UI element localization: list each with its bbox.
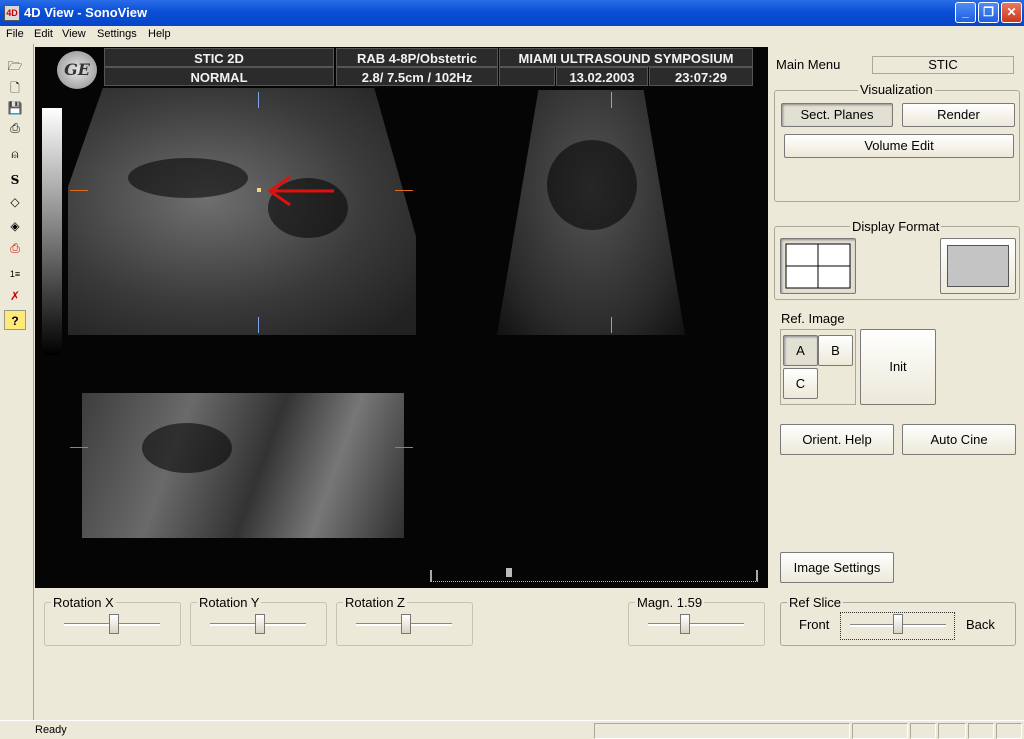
- menu-file[interactable]: File: [6, 28, 24, 40]
- s-icon[interactable]: S: [4, 170, 26, 190]
- status-cell-3: [910, 723, 936, 739]
- grayscale-bar: [42, 108, 62, 355]
- close-button[interactable]: ✕: [1001, 2, 1022, 23]
- marker-right-c: [395, 447, 413, 448]
- save-icon[interactable]: 💾: [4, 98, 26, 118]
- report-icon[interactable]: ✗: [4, 286, 26, 306]
- print-color-icon[interactable]: ⎙: [4, 238, 26, 258]
- orient-help-button[interactable]: Orient. Help: [780, 424, 894, 455]
- print-icon[interactable]: ⎙: [4, 118, 26, 138]
- status-cell-4: [938, 723, 966, 739]
- mode-label: STIC 2D: [104, 48, 334, 67]
- status-cell-1: [594, 723, 850, 739]
- sect-planes-button[interactable]: Sect. Planes: [781, 103, 893, 127]
- cine-slider[interactable]: [430, 568, 758, 582]
- window-title: 4D View - SonoView: [24, 5, 148, 20]
- marker-top-a: [258, 92, 259, 108]
- front-label: Front: [799, 617, 830, 632]
- menu-edit[interactable]: Edit: [34, 28, 53, 40]
- open-folder-icon[interactable]: 🗁: [4, 56, 26, 76]
- init-button[interactable]: Init: [860, 329, 936, 405]
- ref-a-button[interactable]: A: [783, 335, 818, 366]
- minimize-button[interactable]: _: [955, 2, 976, 23]
- time-label: 23:07:29: [649, 67, 753, 86]
- cine-handle[interactable]: [506, 568, 512, 577]
- ref-b-button[interactable]: B: [818, 335, 853, 366]
- section-plane-a[interactable]: [68, 88, 416, 335]
- status-cell-5: [968, 723, 994, 739]
- ref-image-label: Ref. Image: [781, 311, 845, 326]
- params-label: 2.8/ 7.5cm / 102Hz: [336, 67, 498, 86]
- new-file-icon[interactable]: 🗋: [4, 78, 26, 98]
- quad-layout-button[interactable]: [780, 238, 856, 294]
- ref-slice-thumb[interactable]: [893, 614, 903, 634]
- marker-left-a: [70, 190, 88, 191]
- magn-thumb[interactable]: [680, 614, 690, 634]
- status-text: Ready: [35, 724, 67, 736]
- app-icon: 4D: [4, 5, 20, 21]
- single-layout-button[interactable]: [940, 238, 1016, 294]
- section-plane-c[interactable]: [82, 393, 404, 538]
- measure-icon[interactable]: 1≡: [4, 264, 26, 284]
- person-icon[interactable]: ⍝: [4, 144, 26, 164]
- auto-cine-button[interactable]: Auto Cine: [902, 424, 1016, 455]
- marker-bottom-b: [611, 317, 612, 333]
- volume-edit-button[interactable]: Volume Edit: [784, 134, 1014, 158]
- diamond-icon[interactable]: ◈: [4, 216, 26, 236]
- main-menu-label: Main Menu: [776, 57, 841, 72]
- rotation-y-label: Rotation Y: [197, 595, 262, 610]
- menu-help[interactable]: Help: [148, 28, 171, 40]
- marker-left-c: [70, 447, 88, 448]
- rotation-x-thumb[interactable]: [109, 614, 119, 634]
- title-bar: 4D 4D View - SonoView _ ❐ ✕: [0, 0, 1024, 26]
- menu-settings[interactable]: Settings: [97, 28, 137, 40]
- display-format-label: Display Format: [850, 219, 942, 234]
- magn-track[interactable]: [648, 623, 744, 626]
- marker-right-a: [395, 190, 413, 191]
- rotate-icon[interactable]: ◇: [4, 192, 26, 212]
- ref-c-button[interactable]: C: [783, 368, 818, 399]
- rotation-y-thumb[interactable]: [255, 614, 265, 634]
- back-label: Back: [966, 617, 995, 632]
- header-blank-cell: [499, 67, 555, 86]
- ge-logo: GE: [57, 51, 97, 89]
- status-cell-2: [852, 723, 908, 739]
- menu-view[interactable]: View: [62, 28, 86, 40]
- render-button[interactable]: Render: [902, 103, 1015, 127]
- main-menu-value[interactable]: STIC: [872, 56, 1014, 74]
- left-toolbar: 🗁 🗋 💾 ⎙ ⍝ S ◇ ◈ ⎙ 1≡ ✗ ?: [0, 44, 34, 726]
- visualization-label: Visualization: [858, 82, 935, 97]
- help-icon[interactable]: ?: [4, 310, 26, 330]
- rotation-x-label: Rotation X: [51, 595, 116, 610]
- menu-bar: File Edit View Settings Help: [0, 26, 1024, 44]
- status-bar: Ready: [0, 720, 1024, 739]
- ref-slice-label: Ref Slice: [787, 595, 844, 610]
- marker-bottom-a: [258, 317, 259, 333]
- date-label: 13.02.2003: [556, 67, 648, 86]
- institution-label: MIAMI ULTRASOUND SYMPOSIUM: [499, 48, 753, 67]
- marker-top-b: [611, 92, 612, 108]
- image-settings-button[interactable]: Image Settings: [780, 552, 894, 583]
- mode2-label: NORMAL: [104, 67, 334, 86]
- rotation-z-thumb[interactable]: [401, 614, 411, 634]
- arrow-red-icon: [257, 175, 334, 207]
- single-layout-icon: [947, 245, 1009, 287]
- probe-label: RAB 4-8P/Obstetric: [336, 48, 498, 67]
- quad-layout-icon: [785, 243, 851, 289]
- maximize-button[interactable]: ❐: [978, 2, 999, 23]
- rotation-z-label: Rotation Z: [343, 595, 407, 610]
- magn-label: Magn. 1.59: [635, 595, 705, 610]
- status-cell-6: [996, 723, 1022, 739]
